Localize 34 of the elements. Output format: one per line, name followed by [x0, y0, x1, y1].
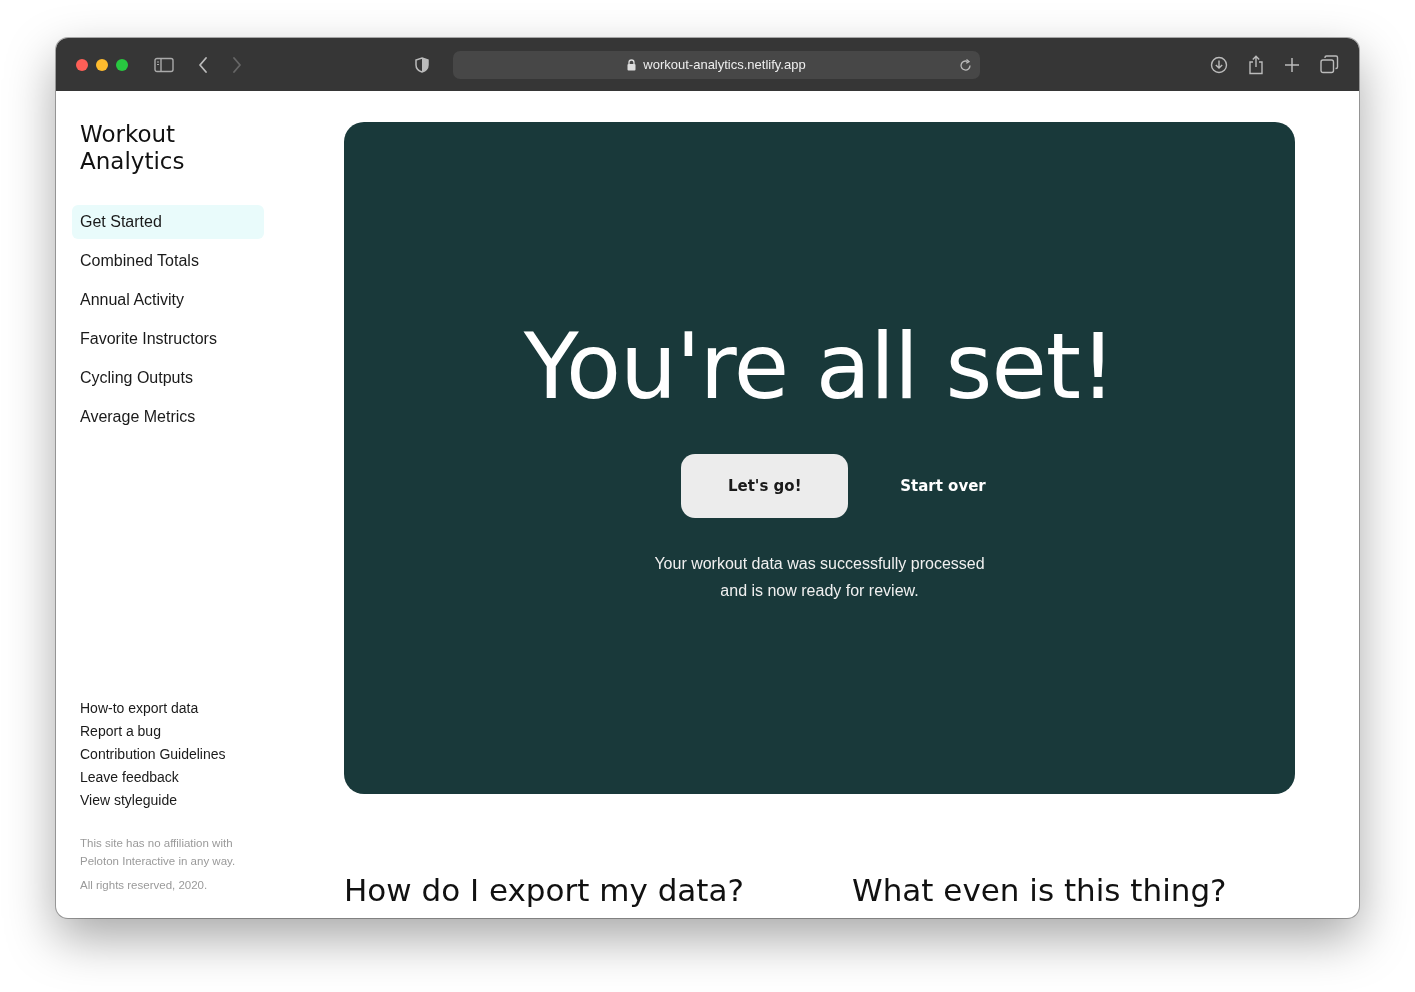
- nav-item[interactable]: Cycling Outputs: [72, 361, 264, 395]
- status-message: Your workout data was successfully processed and is now ready for review.: [653, 554, 986, 601]
- address-bar[interactable]: workout-analytics.netlify.app: [453, 50, 980, 79]
- nav-item[interactable]: Favorite Instructors: [72, 322, 264, 356]
- disclaimer-text: This site has no affiliation with Peloton Interactive in any way.: [80, 836, 237, 869]
- section-heading: What even is this thing?: [852, 871, 1228, 910]
- nav-item[interactable]: Annual Activity: [72, 283, 264, 317]
- url-text: workout-analytics.netlify.app: [643, 57, 806, 72]
- nav-item[interactable]: Combined Totals: [72, 244, 264, 278]
- back-icon[interactable]: [198, 56, 208, 73]
- shield-icon[interactable]: [415, 56, 429, 73]
- footer-link[interactable]: Contribution Guidelines: [80, 743, 320, 766]
- download-icon[interactable]: [1210, 55, 1228, 74]
- sidebar-icon[interactable]: [154, 56, 174, 73]
- lets-go-button[interactable]: Let's go!: [681, 454, 849, 518]
- lock-icon: [627, 58, 637, 71]
- nav-item[interactable]: Get Started: [72, 205, 264, 239]
- copyright-text: All rights reserved, 2020.: [80, 878, 209, 893]
- start-over-button[interactable]: Start over: [888, 467, 998, 505]
- footer-link[interactable]: How-to export data: [80, 697, 320, 720]
- footer-link[interactable]: Leave feedback: [80, 766, 320, 789]
- nav-item[interactable]: Average Metrics: [72, 400, 264, 434]
- maximize-icon[interactable]: [116, 58, 128, 71]
- section-heading: How do I export my data?: [344, 871, 745, 910]
- footer-link[interactable]: Report a bug: [80, 720, 320, 743]
- site-title: Workout Analytics: [80, 121, 186, 175]
- close-icon[interactable]: [76, 58, 88, 71]
- tabs-icon[interactable]: [1320, 55, 1339, 74]
- minimize-icon[interactable]: [96, 58, 108, 71]
- footer-link[interactable]: View styleguide: [80, 789, 320, 812]
- hero-title: You're all set!: [523, 313, 1116, 421]
- plus-icon[interactable]: [1284, 56, 1300, 73]
- share-icon[interactable]: [1248, 54, 1264, 75]
- reload-icon[interactable]: [959, 58, 972, 72]
